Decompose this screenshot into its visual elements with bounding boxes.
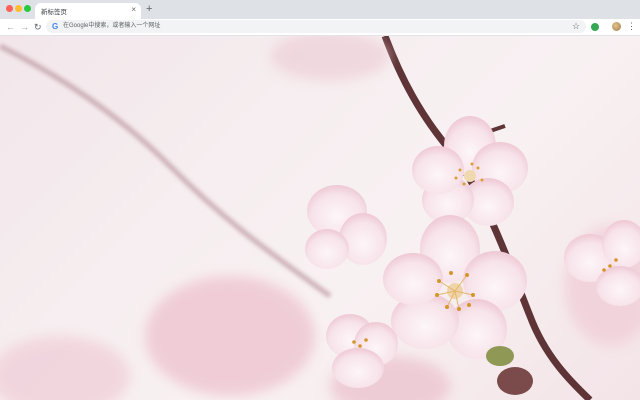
tab-strip: 新标签页 × + — [0, 0, 640, 19]
address-bar-placeholder: 在Google中搜索，或者输入一个网址 — [63, 23, 161, 29]
google-icon: G — [52, 22, 59, 31]
tab-title: 新标签页 — [41, 9, 67, 16]
tab-new-tab[interactable]: 新标签页 × — [35, 3, 141, 19]
menu-icon[interactable]: ⋮ — [627, 19, 636, 33]
reload-icon[interactable]: ↻ — [34, 20, 42, 34]
blossom-illustration — [0, 36, 640, 400]
address-bar[interactable]: G 在Google中搜索，或者输入一个网址 — [46, 20, 586, 33]
cherry-blossom-background — [0, 36, 640, 400]
maximize-window-button[interactable] — [24, 5, 31, 12]
close-window-button[interactable] — [6, 5, 13, 12]
extension-icon[interactable] — [591, 23, 599, 31]
profile-avatar[interactable] — [612, 22, 621, 31]
minimize-window-button[interactable] — [15, 5, 22, 12]
back-icon[interactable]: ← — [6, 20, 15, 34]
bookmark-star-icon[interactable]: ☆ — [572, 19, 580, 33]
new-tab-button[interactable]: + — [146, 3, 152, 15]
close-tab-icon[interactable]: × — [131, 5, 136, 15]
forward-icon[interactable]: → — [20, 20, 29, 34]
toolbar: ← → ↻ G 在Google中搜索，或者输入一个网址 ☆ ⋮ — [0, 19, 640, 36]
